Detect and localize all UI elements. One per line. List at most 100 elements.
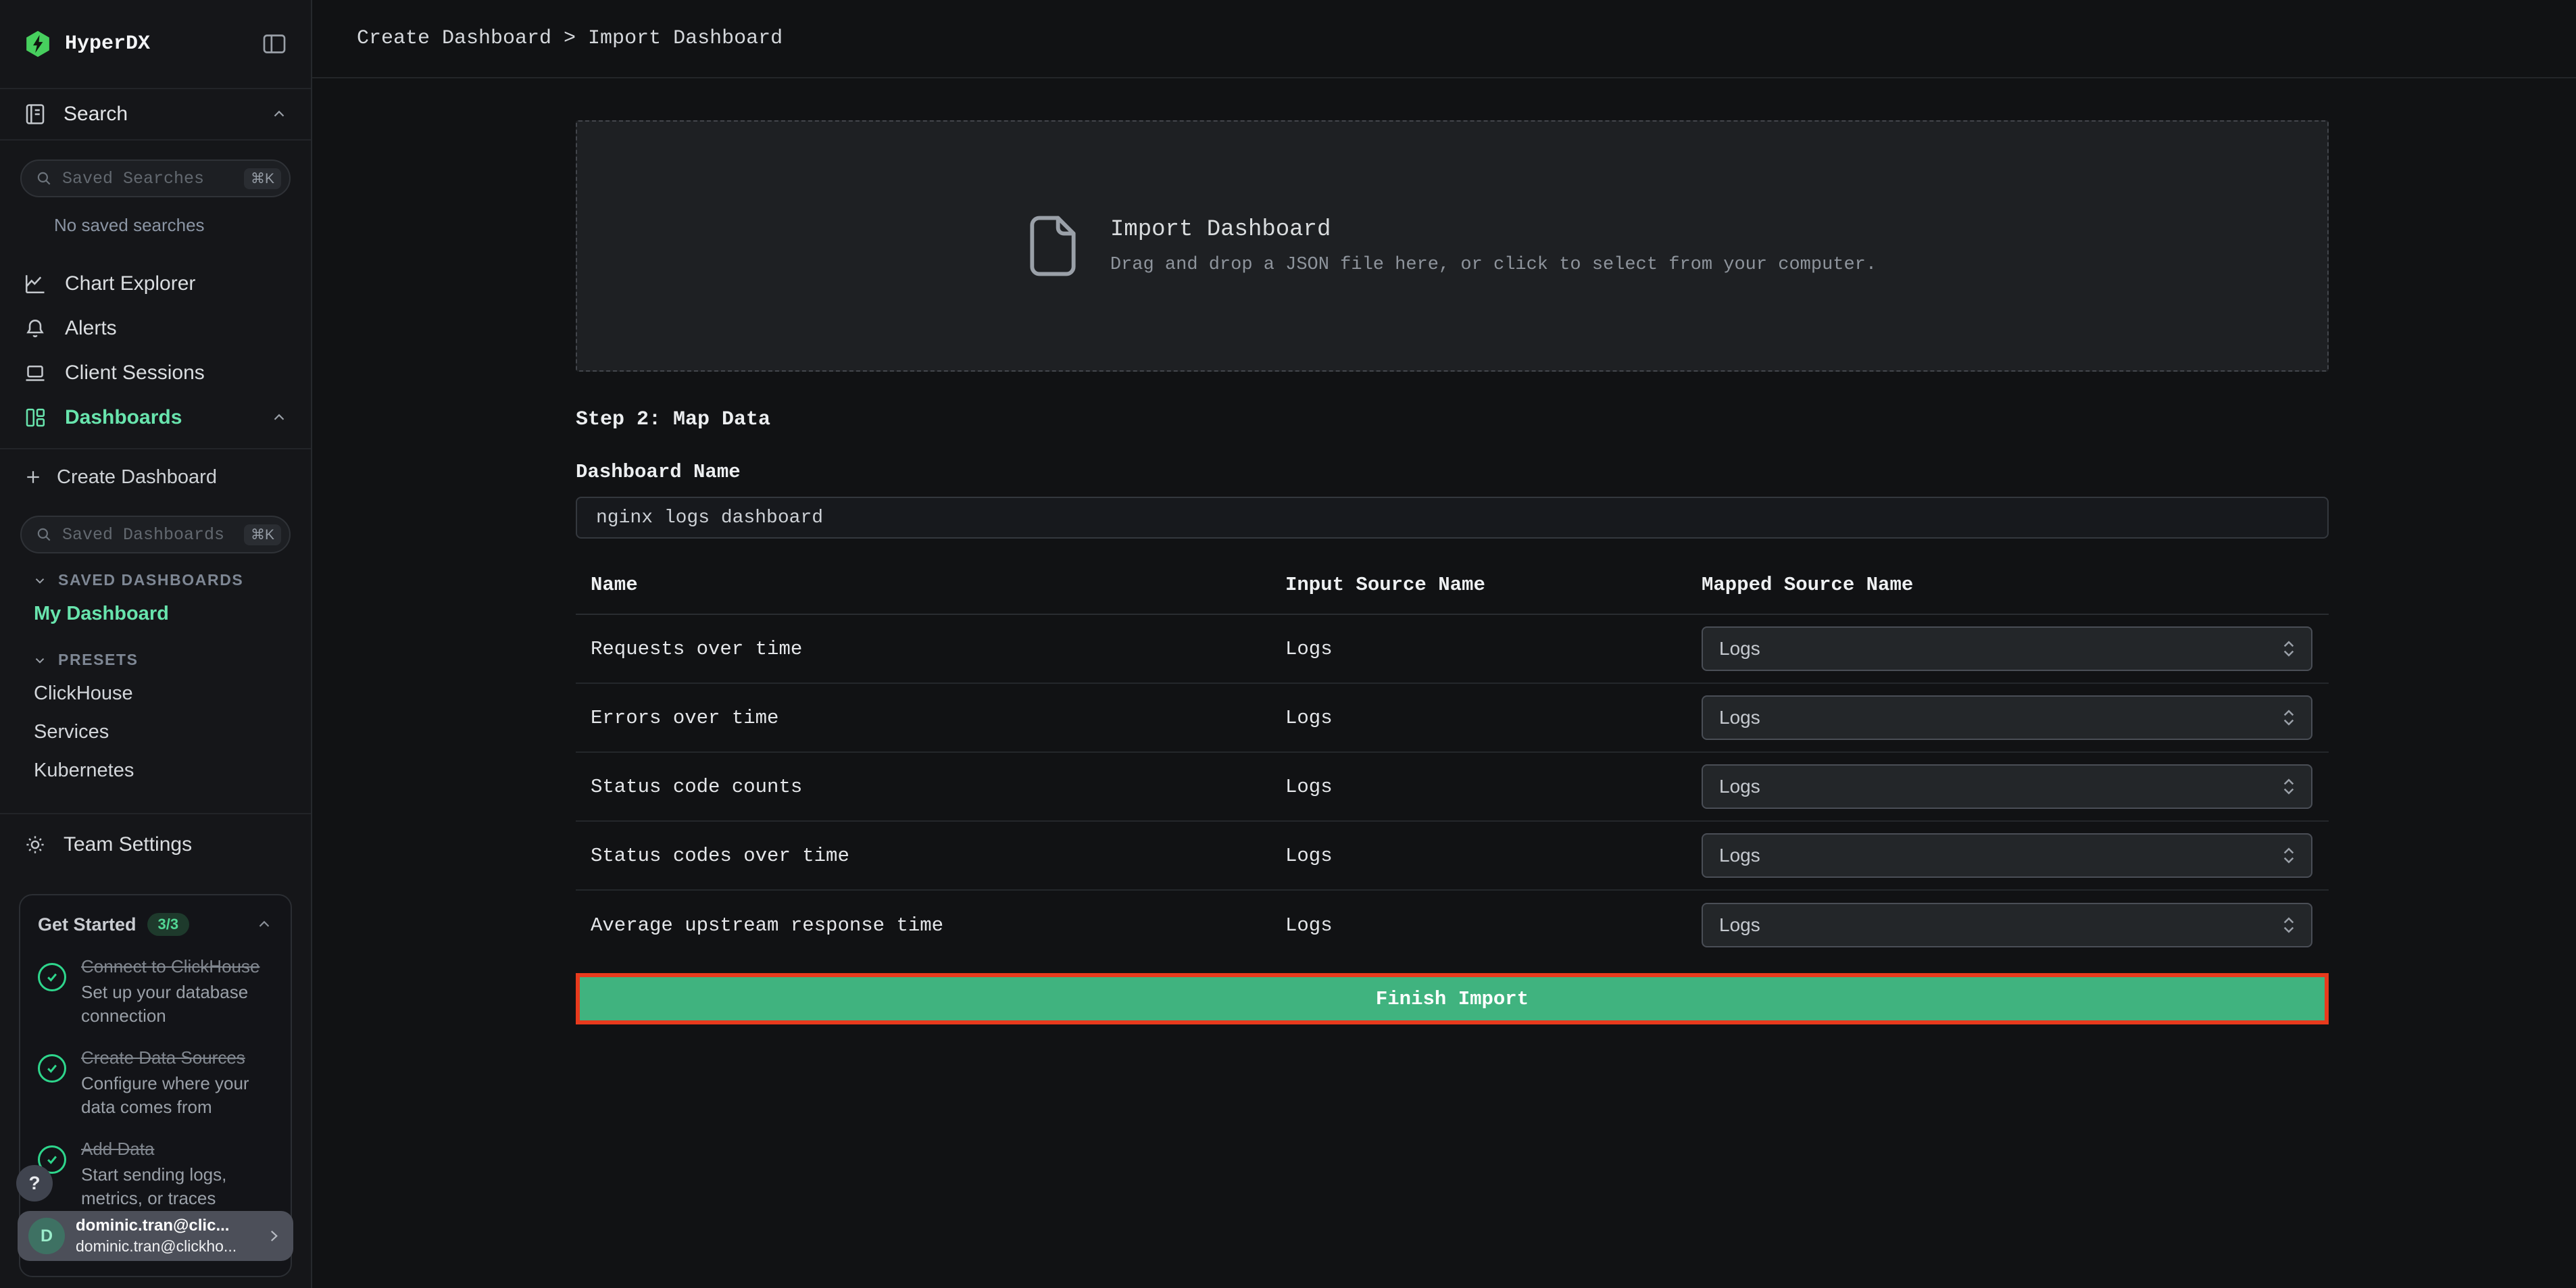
sidebar-item-label: Alerts xyxy=(65,317,117,340)
check-circle-icon xyxy=(38,963,66,991)
dashboard-name-label: Dashboard Name xyxy=(576,461,2329,483)
chevron-up-icon xyxy=(270,105,288,123)
chevron-updown-icon xyxy=(2283,776,2295,797)
get-started-step-add-data[interactable]: Add Data Start sending logs, metrics, or… xyxy=(38,1137,273,1210)
selected-value: Logs xyxy=(1719,707,1760,728)
team-settings-label: Team Settings xyxy=(64,833,192,856)
sidebar: HyperDX Search xyxy=(0,0,312,1288)
laptop-icon xyxy=(23,361,47,385)
column-header-input-source: Input Source Name xyxy=(1285,574,1702,596)
hyperdx-logo: HyperDX xyxy=(23,29,150,59)
dashboards-layout-icon xyxy=(23,405,47,430)
gear-icon xyxy=(23,833,47,857)
row-name: Average upstream response time xyxy=(576,914,1285,937)
file-icon xyxy=(1028,215,1078,277)
column-header-mapped-source: Mapped Source Name xyxy=(1702,574,2329,596)
get-started-header[interactable]: Get Started 3/3 xyxy=(38,913,273,936)
row-name: Requests over time xyxy=(576,638,1285,660)
sidebar-item-kubernetes[interactable]: Kubernetes xyxy=(0,751,311,790)
sidebar-item-alerts[interactable]: Alerts xyxy=(0,306,311,351)
selected-value: Logs xyxy=(1719,776,1760,797)
sidebar-header: HyperDX xyxy=(0,0,311,88)
row-input-source: Logs xyxy=(1285,914,1702,937)
saved-dashboards-section-toggle[interactable]: SAVED DASHBOARDS xyxy=(0,553,311,595)
selected-value: Logs xyxy=(1719,638,1760,660)
table-row: Errors over time Logs Logs xyxy=(576,684,2329,753)
search-section-icon xyxy=(23,102,47,126)
presets-section-toggle[interactable]: PRESETS xyxy=(0,633,311,674)
sidebar-item-team-settings[interactable]: Team Settings xyxy=(0,814,311,875)
json-file-dropzone[interactable]: Import Dashboard Drag and drop a JSON fi… xyxy=(576,120,2329,372)
column-header-name: Name xyxy=(576,574,1285,596)
sidebar-item-services[interactable]: Services xyxy=(0,713,311,751)
saved-dashboards-input[interactable]: Saved Dashboards ⌘K xyxy=(20,516,291,553)
search-icon xyxy=(35,526,53,543)
sidebar-item-clickhouse[interactable]: ClickHouse xyxy=(0,674,311,713)
step-title: Connect to ClickHouse xyxy=(81,955,273,978)
row-input-source: Logs xyxy=(1285,707,1702,729)
dropzone-title: Import Dashboard xyxy=(1110,217,1877,243)
saved-searches-input[interactable]: Saved Searches ⌘K xyxy=(20,159,291,197)
row-name: Status code counts xyxy=(576,776,1285,798)
step-desc: Configure where your data comes from xyxy=(81,1072,273,1118)
step-desc: Set up your database connection xyxy=(81,981,273,1027)
sidebar-nav: Chart Explorer Alerts Client Sessions xyxy=(0,262,311,440)
step-title: Add Data xyxy=(81,1137,273,1160)
sidebar-item-client-sessions[interactable]: Client Sessions xyxy=(0,351,311,395)
sidebar-collapse-icon[interactable] xyxy=(261,30,288,57)
chevron-updown-icon xyxy=(2283,915,2295,935)
table-row: Status codes over time Logs Logs xyxy=(576,822,2329,891)
source-mapping-table: Name Input Source Name Mapped Source Nam… xyxy=(576,562,2329,960)
chevron-up-icon xyxy=(255,916,273,933)
sidebar-item-my-dashboard[interactable]: My Dashboard xyxy=(0,595,311,633)
topbar: Create Dashboard > Import Dashboard xyxy=(312,0,2576,78)
mapped-source-select[interactable]: Logs xyxy=(1702,833,2312,878)
saved-dashboards-placeholder: Saved Dashboards xyxy=(62,525,234,545)
get-started-title: Get Started xyxy=(38,914,137,935)
chevron-updown-icon xyxy=(2283,708,2295,728)
chevron-up-icon xyxy=(270,409,288,426)
saved-searches-placeholder: Saved Searches xyxy=(62,169,234,189)
sidebar-item-search[interactable]: Search xyxy=(0,88,311,141)
sidebar-item-dashboards[interactable]: Dashboards xyxy=(0,395,311,440)
saved-dashboards-header: SAVED DASHBOARDS xyxy=(58,571,243,589)
app-title: HyperDX xyxy=(65,32,150,55)
no-saved-searches-text: No saved searches xyxy=(0,197,311,248)
table-header-row: Name Input Source Name Mapped Source Nam… xyxy=(576,562,2329,615)
row-input-source: Logs xyxy=(1285,776,1702,798)
finish-import-button[interactable]: Finish Import xyxy=(576,973,2329,1024)
shortcut-badge: ⌘K xyxy=(244,168,281,189)
breadcrumb: Create Dashboard > Import Dashboard xyxy=(357,27,783,50)
chevron-down-icon xyxy=(32,573,47,588)
row-input-source: Logs xyxy=(1285,845,1702,867)
chevron-updown-icon xyxy=(2283,845,2295,866)
selected-value: Logs xyxy=(1719,845,1760,866)
chevron-updown-icon xyxy=(2283,639,2295,659)
create-dashboard-button[interactable]: Create Dashboard xyxy=(0,455,311,499)
mapped-source-select[interactable]: Logs xyxy=(1702,626,2312,671)
table-row: Status code counts Logs Logs xyxy=(576,753,2329,822)
presets-header: PRESETS xyxy=(58,651,139,669)
dashboard-name-input[interactable] xyxy=(576,497,2329,539)
selected-value: Logs xyxy=(1719,914,1760,936)
mapped-source-select[interactable]: Logs xyxy=(1702,764,2312,809)
main-area: Create Dashboard > Import Dashboard Impo… xyxy=(312,0,2576,1288)
app-window: HyperDX Search xyxy=(0,0,2576,1288)
get-started-step-sources[interactable]: Create Data Sources Configure where your… xyxy=(38,1046,273,1118)
hyperdx-logo-icon xyxy=(23,29,53,59)
row-name: Status codes over time xyxy=(576,845,1285,867)
mapped-source-select[interactable]: Logs xyxy=(1702,903,2312,947)
shortcut-badge: ⌘K xyxy=(244,524,281,545)
check-circle-icon xyxy=(38,1054,66,1083)
sidebar-divider xyxy=(0,448,311,449)
step-2-title: Step 2: Map Data xyxy=(576,408,2329,431)
get-started-step-connect[interactable]: Connect to ClickHouse Set up your databa… xyxy=(38,955,273,1027)
user-account-button[interactable]: D dominic.tran@clic... dominic.tran@clic… xyxy=(18,1211,293,1261)
chevron-right-icon xyxy=(265,1227,282,1245)
mapped-source-select[interactable]: Logs xyxy=(1702,695,2312,740)
help-button[interactable]: ? xyxy=(16,1165,53,1202)
row-name: Errors over time xyxy=(576,707,1285,729)
sidebar-item-label: Chart Explorer xyxy=(65,272,195,295)
plus-icon xyxy=(23,467,43,487)
sidebar-item-chart-explorer[interactable]: Chart Explorer xyxy=(0,262,311,306)
